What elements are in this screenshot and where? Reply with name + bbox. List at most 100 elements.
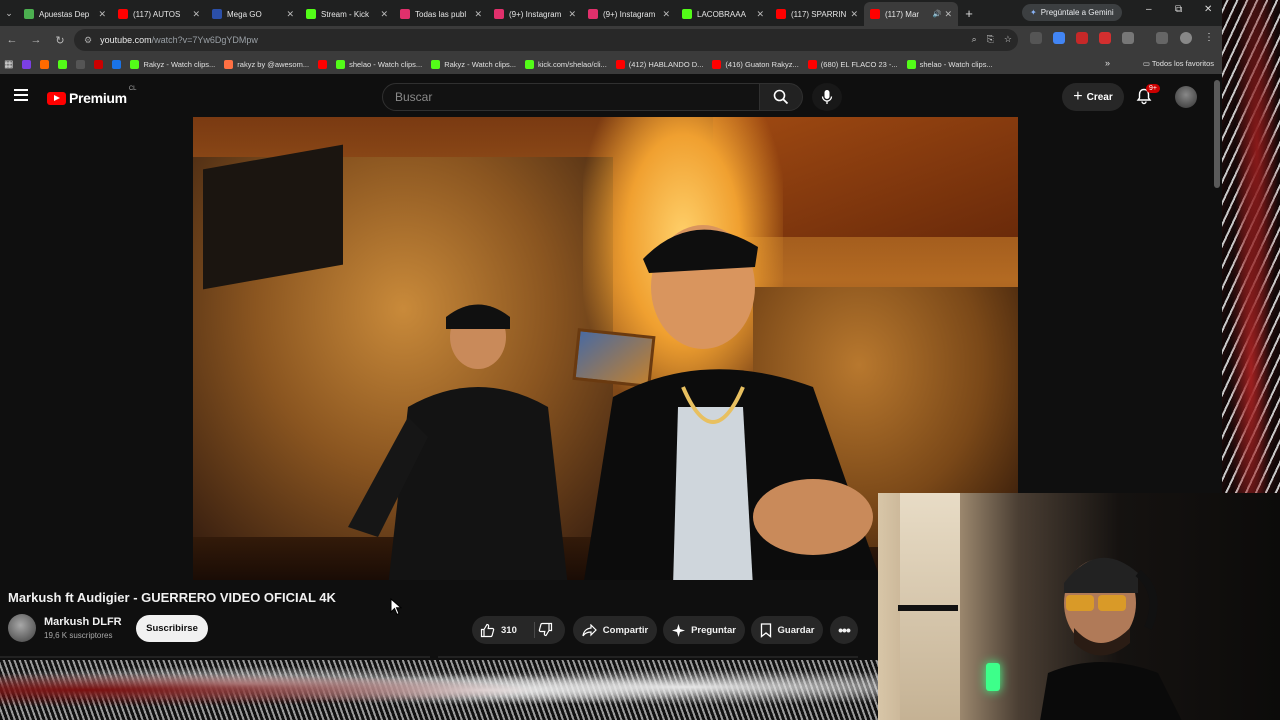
browser-tab[interactable]: (117) AUTOS ✕ — [112, 2, 206, 26]
bookmark-item[interactable]: (416) Guaton Rakyz... — [712, 59, 799, 69]
bookmark-item[interactable]: shelao - Watch clips... — [906, 59, 993, 69]
gemini-button[interactable]: ✦ Pregúntale a Gemini — [1022, 4, 1122, 21]
profile-icon[interactable] — [1180, 32, 1192, 44]
bookmark-item[interactable] — [112, 59, 122, 69]
new-tab-button[interactable]: + — [958, 6, 980, 21]
tab-close-icon[interactable]: ✕ — [286, 9, 294, 20]
tab-close-icon[interactable]: ✕ — [474, 9, 482, 20]
bookmark-item[interactable]: shelao - Watch clips... — [336, 59, 422, 69]
bookmark-item[interactable] — [40, 59, 50, 69]
tab-close-icon[interactable]: ✕ — [380, 9, 388, 20]
search-input[interactable]: Buscar — [382, 83, 760, 111]
browser-tab[interactable]: (9+) Instagram ✕ — [488, 2, 582, 26]
browser-menu-icon[interactable]: ⋮ — [1203, 32, 1215, 44]
bookmark-item[interactable] — [58, 59, 68, 69]
bookmark-star-icon[interactable]: ☆ — [1004, 34, 1012, 45]
search-icon — [773, 89, 789, 105]
bookmark-item[interactable]: rakyz by @awesom... — [224, 59, 309, 69]
zoom-icon[interactable]: ⌕ — [972, 34, 977, 45]
site-info-icon[interactable]: ⚙ — [84, 35, 92, 46]
youtube-premium-logo[interactable]: Premium CL — [47, 86, 136, 106]
bookmark-item[interactable]: Rakyz - Watch clips... — [130, 59, 215, 69]
thumbs-down-icon[interactable] — [538, 622, 553, 637]
extension-icon[interactable] — [1053, 32, 1065, 44]
account-avatar[interactable] — [1175, 86, 1197, 108]
tab-close-icon[interactable]: ✕ — [756, 9, 764, 20]
omnibox[interactable]: ⚙ youtube.com/watch?v=7Yw6DgYDMpw ⌕ ⎘ ☆ — [74, 29, 1018, 51]
extensions-puzzle-icon[interactable] — [1122, 32, 1134, 44]
bookmark-item[interactable] — [76, 59, 86, 69]
apps-grid-icon[interactable]: ▦ — [4, 59, 13, 70]
page-scrollbar[interactable] — [1214, 80, 1220, 188]
minimize-icon[interactable]: – — [1146, 4, 1152, 15]
tab-close-icon[interactable]: ✕ — [944, 9, 952, 20]
bookmark-item[interactable]: kick.com/shelao/cli... — [525, 59, 607, 69]
extension-icon[interactable] — [1076, 32, 1088, 44]
browser-tab[interactable]: Todas las publ ✕ — [394, 2, 488, 26]
bookmark-item[interactable]: (412) HABLANDO D... — [615, 59, 703, 69]
media-controls-icon[interactable] — [1156, 32, 1168, 44]
bookmark-favicon-icon — [40, 59, 50, 69]
channel-avatar[interactable] — [8, 614, 36, 642]
browser-tab[interactable]: Mega GO ✕ — [206, 2, 300, 26]
tab-favicon-icon — [588, 9, 598, 19]
all-bookmarks-folder[interactable]: ▭ Todos los favoritos — [1143, 59, 1214, 68]
tab-title: (9+) Instagram — [603, 9, 656, 19]
bookmark-label: shelao - Watch clips... — [919, 59, 993, 69]
share-button[interactable]: Compartir — [573, 616, 657, 644]
bookmark-item[interactable] — [22, 59, 32, 69]
browser-tab[interactable]: (117) Mar 🔊 ✕ — [864, 2, 958, 26]
save-button[interactable]: Guardar — [751, 616, 823, 644]
more-actions-button[interactable]: ••• — [830, 616, 858, 644]
tab-close-icon[interactable]: ✕ — [192, 9, 200, 20]
browser-tab[interactable]: Apuestas Dep ✕ — [18, 2, 112, 26]
sparkle-icon — [672, 623, 686, 637]
extension-icon[interactable] — [1099, 32, 1111, 44]
tab-title: LACOBRAAA — [697, 9, 746, 19]
like-divider — [534, 622, 535, 638]
forward-icon[interactable]: → — [24, 34, 48, 46]
tab-search-icon[interactable]: ⌄ — [0, 0, 18, 26]
mouse-cursor-icon — [390, 598, 402, 616]
bookmark-favicon-icon — [336, 59, 346, 69]
guide-menu-icon[interactable] — [14, 89, 28, 101]
tab-close-icon[interactable]: ✕ — [662, 9, 670, 20]
browser-tab[interactable]: (117) SPARRIN ✕ — [770, 2, 864, 26]
tab-close-icon[interactable]: ✕ — [850, 9, 858, 20]
subscribe-button[interactable]: Suscribirse — [136, 615, 208, 642]
voice-search-button[interactable] — [812, 83, 842, 111]
url-path: /watch?v=7Yw6DgYDMpw — [151, 35, 258, 45]
stream-overlay-art-bottom — [0, 660, 880, 720]
bookmark-item[interactable] — [318, 59, 328, 69]
tab-title: (117) Mar — [885, 9, 920, 19]
tab-close-icon[interactable]: ✕ — [98, 9, 106, 20]
webcam-rgb-light — [986, 663, 1000, 691]
ask-button[interactable]: Preguntar — [663, 616, 745, 644]
restore-icon[interactable]: ⧉ — [1175, 4, 1182, 15]
back-icon[interactable]: ← — [0, 34, 24, 46]
window-close-icon[interactable]: ✕ — [1204, 4, 1212, 15]
bookmark-item[interactable] — [94, 59, 104, 69]
channel-name[interactable]: Markush DLFR — [44, 616, 122, 628]
browser-tab[interactable]: (9+) Instagram ✕ — [582, 2, 676, 26]
tab-audio-icon[interactable]: 🔊 — [933, 10, 942, 18]
bookmark-item[interactable]: Rakyz - Watch clips... — [431, 59, 516, 69]
bookmark-favicon-icon — [615, 59, 625, 69]
search-button[interactable] — [759, 83, 803, 111]
video-frame-person-left — [348, 304, 568, 580]
tab-favicon-icon — [682, 9, 692, 19]
tab-title: Mega GO — [227, 9, 262, 19]
youtube-play-icon — [47, 91, 66, 105]
browser-tab[interactable]: LACOBRAAA ✕ — [676, 2, 770, 26]
install-app-icon[interactable]: ⎘ — [987, 34, 994, 45]
bookmark-favicon-icon — [525, 59, 535, 69]
browser-tab[interactable]: Stream - Kick ✕ — [300, 2, 394, 26]
extension-icon[interactable] — [1030, 32, 1042, 44]
more-bookmarks-icon[interactable]: » — [1105, 58, 1110, 68]
create-button[interactable]: + Crear — [1062, 83, 1124, 111]
bookmark-favicon-icon — [807, 59, 817, 69]
tab-close-icon[interactable]: ✕ — [568, 9, 576, 20]
bookmark-label: kick.com/shelao/cli... — [538, 59, 607, 69]
bookmark-item[interactable]: (680) EL FLACO 23 -... — [807, 59, 898, 69]
reload-icon[interactable]: ↻ — [48, 34, 72, 47]
